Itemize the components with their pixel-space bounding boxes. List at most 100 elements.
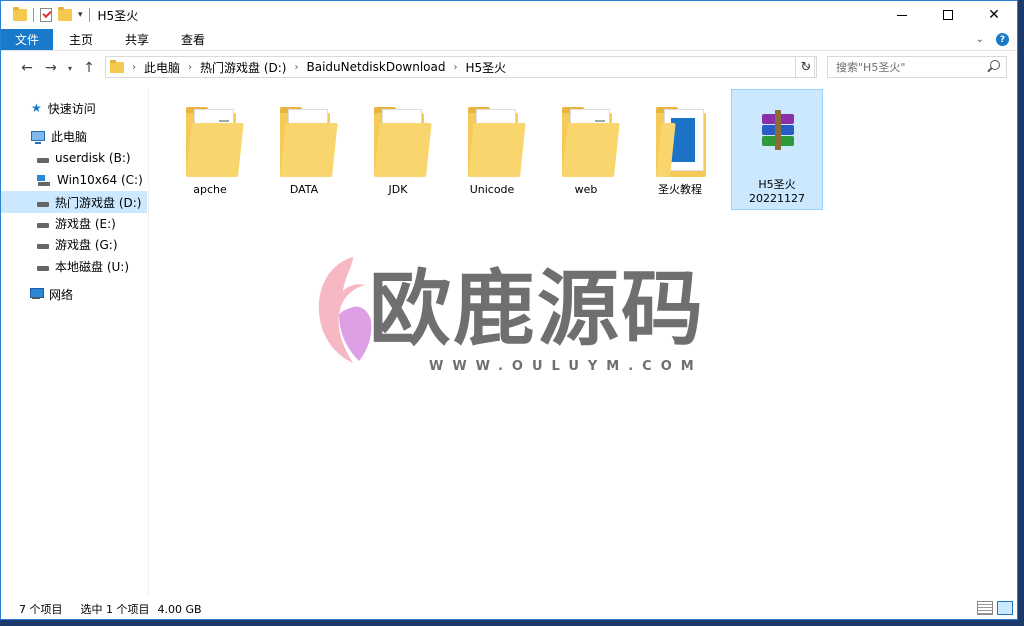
sidebar-item-drive-e[interactable]: 游戏盘 (E:)	[1, 212, 147, 234]
sidebar-item-label: 游戏盘 (G:)	[55, 237, 118, 252]
ribbon-controls: ⌄ ?	[976, 29, 1017, 50]
address-bar[interactable]: › 此电脑 › 热门游戏盘 (D:) › BaiduNetdiskDownloa…	[105, 56, 815, 78]
view-toggle	[977, 601, 1013, 615]
file-item-tutorial[interactable]: 圣火教程	[634, 95, 726, 215]
chevron-right-icon[interactable]: ›	[132, 62, 136, 73]
sidebar-item-drive-u[interactable]: 本地磁盘 (U:)	[1, 255, 147, 277]
folder-icon	[110, 59, 124, 73]
sidebar-item-drive-c[interactable]: Win10x64 (C:)	[1, 169, 147, 191]
drive-icon	[37, 265, 49, 271]
quick-access-toolbar: ▾	[1, 1, 90, 29]
sidebar-item-drive-d[interactable]: 热门游戏盘 (D:)	[1, 191, 147, 213]
file-item-unicode[interactable]: Unicode	[446, 95, 538, 215]
maximize-icon	[943, 10, 953, 20]
sidebar-item-label: userdisk (B:)	[55, 151, 131, 165]
explorer-window: ▾ H5圣火 ✕ 文件 主页 共享 查看 ⌄ ? ← → ▾ ↑ › 此电脑 ›	[0, 0, 1018, 620]
chevron-right-icon[interactable]: ›	[454, 62, 458, 73]
drive-icon	[37, 201, 49, 207]
breadcrumb-baidunetdiskdownload[interactable]: BaiduNetdiskDownload	[306, 60, 445, 74]
ribbon-tabs: 文件 主页 共享 查看 ⌄ ?	[1, 29, 1017, 51]
drive-icon	[37, 243, 49, 249]
properties-icon[interactable]	[40, 8, 52, 22]
folder-icon[interactable]	[13, 7, 27, 21]
breadcrumb-this-pc[interactable]: 此电脑	[144, 59, 180, 76]
folder-icon	[186, 105, 244, 177]
drive-icon	[37, 157, 49, 163]
recent-locations-button[interactable]: ▾	[63, 56, 77, 80]
navigation-pane: ★ 快速访问 此电脑 userdisk (B:) Win10x64 (C:) 热…	[1, 89, 149, 595]
up-button[interactable]: ↑	[77, 56, 101, 80]
sidebar-item-label: 本地磁盘 (U:)	[55, 259, 130, 274]
window-controls: ✕	[879, 1, 1017, 29]
window-title: H5圣火	[97, 8, 139, 23]
tab-file[interactable]: 文件	[1, 29, 54, 50]
minimize-icon	[897, 14, 907, 16]
file-name: Unicode	[469, 183, 515, 196]
item-count: 7 个项目	[19, 603, 63, 616]
windows-drive-icon	[37, 174, 51, 186]
chevron-right-icon[interactable]: ›	[188, 62, 192, 73]
forward-button[interactable]: →	[39, 56, 63, 80]
sidebar-item-quick-access[interactable]: ★ 快速访问	[1, 97, 147, 119]
search-icon[interactable]	[990, 60, 1000, 70]
file-list[interactable]: apche DATA ⚙ JDK Unicode	[150, 89, 1017, 595]
sidebar-item-label: 快速访问	[47, 101, 96, 116]
file-name: H5圣火 20221127	[749, 178, 805, 205]
file-name: apche	[193, 183, 227, 196]
status-bar: 7 个项目 选中 1 个项目 4.00 GB	[1, 597, 1017, 619]
file-item-web[interactable]: web	[540, 95, 632, 215]
folder-icon	[656, 105, 712, 177]
close-button[interactable]: ✕	[971, 1, 1017, 29]
file-name: web	[574, 183, 598, 196]
customize-toolbar-icon[interactable]: ▾	[78, 10, 83, 20]
details-view-icon[interactable]	[977, 601, 993, 615]
navigation-bar: ← → ▾ ↑ › 此电脑 › 热门游戏盘 (D:) › BaiduNetdis…	[1, 52, 1017, 84]
file-name: DATA	[289, 183, 319, 196]
folder-icon: ⚙	[374, 105, 432, 177]
file-item-jdk[interactable]: ⚙ JDK	[352, 95, 444, 215]
new-folder-icon[interactable]	[58, 7, 72, 21]
file-name: 圣火教程	[658, 183, 702, 196]
network-icon	[29, 288, 44, 300]
folder-icon	[280, 105, 338, 177]
maximize-button[interactable]	[925, 1, 971, 29]
search-input[interactable]	[836, 60, 976, 74]
file-name: JDK	[388, 183, 408, 196]
selection-size: 4.00 GB	[157, 602, 202, 616]
tab-share[interactable]: 共享	[109, 29, 165, 50]
back-button[interactable]: ←	[15, 56, 39, 80]
sidebar-item-network[interactable]: 网络	[1, 283, 147, 305]
desktop-edge	[1018, 0, 1024, 626]
sidebar-item-label: 游戏盘 (E:)	[55, 216, 116, 231]
sidebar-item-label: Win10x64 (C:)	[57, 173, 143, 187]
star-icon: ★	[31, 101, 42, 115]
refresh-button[interactable]: ↻	[795, 56, 817, 78]
sidebar-item-label: 此电脑	[51, 129, 88, 144]
breadcrumb-h5shenghuo[interactable]: H5圣火	[466, 59, 507, 76]
computer-icon	[31, 131, 45, 144]
toolbar-divider	[88, 8, 90, 22]
sidebar-item-label: 网络	[49, 287, 74, 302]
search-box[interactable]	[827, 56, 1007, 78]
tab-home[interactable]: 主页	[53, 29, 109, 50]
file-item-h5shenghuo-archive[interactable]: H5圣火 20221127	[731, 89, 823, 210]
sidebar-item-drive-g[interactable]: 游戏盘 (G:)	[1, 233, 147, 255]
minimize-button[interactable]	[879, 1, 925, 29]
folder-icon	[562, 105, 620, 177]
selection-count: 选中 1 个项目	[80, 603, 150, 616]
folder-icon	[468, 105, 526, 177]
file-item-apche[interactable]: apche	[164, 95, 256, 215]
tab-view[interactable]: 查看	[165, 29, 221, 50]
desktop-edge	[0, 620, 1024, 626]
expand-ribbon-icon[interactable]: ⌄	[976, 34, 984, 45]
breadcrumb-drive-d[interactable]: 热门游戏盘 (D:)	[200, 59, 286, 76]
file-item-data[interactable]: DATA	[258, 95, 350, 215]
large-icons-view-icon[interactable]	[997, 601, 1013, 615]
sidebar-item-label: 热门游戏盘 (D:)	[55, 195, 142, 210]
sidebar-item-this-pc[interactable]: 此电脑	[1, 125, 147, 147]
chevron-right-icon[interactable]: ›	[294, 62, 298, 73]
sidebar-item-drive-b[interactable]: userdisk (B:)	[1, 147, 147, 169]
drive-icon	[37, 222, 49, 228]
title-bar: ▾ H5圣火 ✕	[1, 1, 1017, 29]
help-icon[interactable]: ?	[996, 33, 1009, 46]
